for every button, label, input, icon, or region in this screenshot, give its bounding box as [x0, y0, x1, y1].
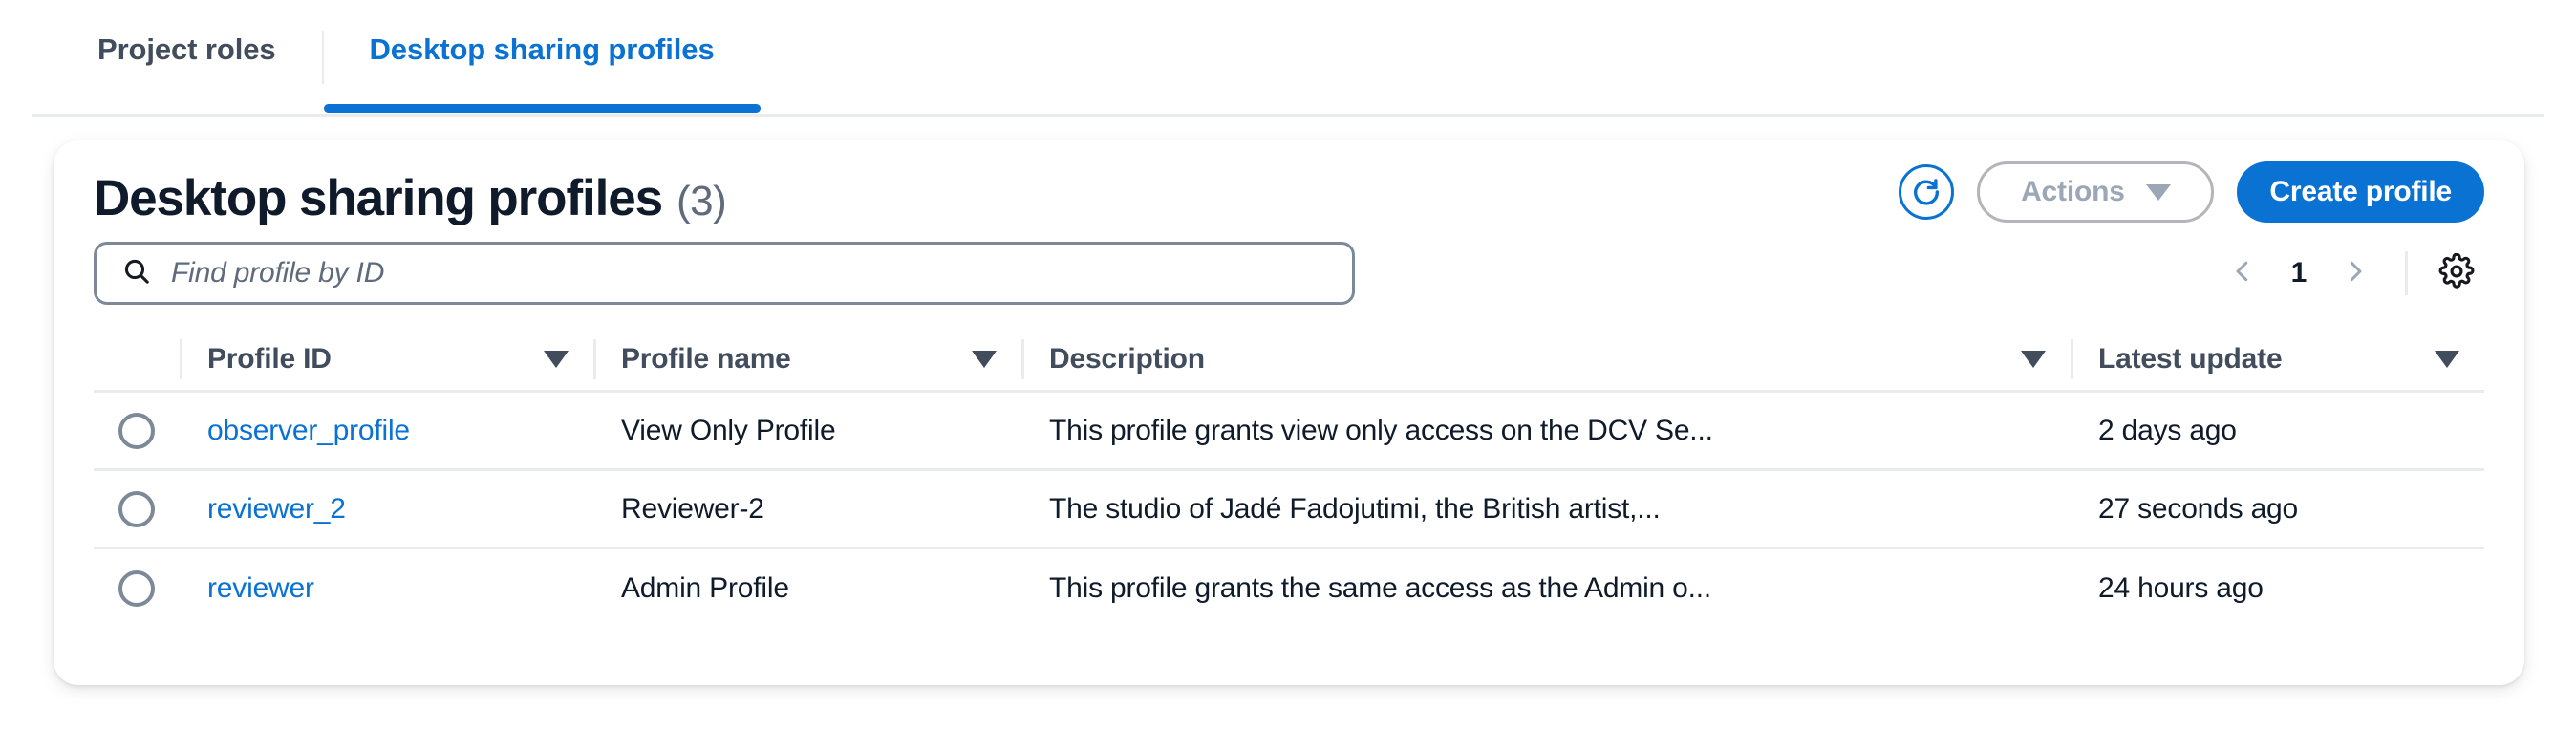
column-label: Latest update — [2098, 342, 2283, 375]
table-header-profile-name[interactable]: Profile name — [596, 328, 1021, 390]
tab-desktop-sharing-profiles[interactable]: Desktop sharing profiles — [323, 0, 761, 113]
actions-button[interactable]: Actions — [1977, 161, 2215, 223]
row-select-cell — [94, 490, 180, 527]
tab-bar-rule — [32, 114, 2544, 117]
table-preferences-button[interactable] — [2429, 246, 2484, 301]
create-profile-label: Create profile — [2269, 176, 2452, 207]
cell-latest-update: 27 seconds ago — [2098, 492, 2299, 525]
create-profile-button[interactable]: Create profile — [2237, 161, 2484, 223]
chevron-down-icon — [2145, 183, 2171, 201]
search-input[interactable]: Find profile by ID — [94, 242, 1355, 305]
row-select-cell — [94, 570, 180, 607]
pagination: 1 — [2214, 244, 2484, 303]
tab-project-roles[interactable]: Project roles — [57, 0, 322, 99]
cell-description: This profile grants view only access on … — [1049, 414, 1713, 446]
pagination-next-button[interactable] — [2327, 245, 2384, 302]
search-icon — [121, 256, 152, 291]
column-label: Profile name — [621, 342, 791, 375]
page-title-count: (3) — [676, 178, 727, 225]
row-select-cell — [94, 412, 180, 449]
cell-latest-update: 24 hours ago — [2098, 572, 2264, 604]
search-placeholder: Find profile by ID — [171, 257, 385, 289]
pagination-prev-button[interactable] — [2214, 245, 2271, 302]
pagination-page-1[interactable]: 1 — [2271, 257, 2327, 290]
cell-profile-name: Admin Profile — [621, 572, 789, 604]
tab-label: Desktop sharing profiles — [369, 32, 715, 66]
table-header-latest-update[interactable]: Latest update — [2073, 328, 2484, 390]
cell-profile-id[interactable]: reviewer — [182, 572, 593, 605]
column-label: Profile ID — [207, 342, 332, 375]
tab-list: Project roles Desktop sharing profiles — [57, 0, 761, 115]
refresh-button[interactable] — [1899, 164, 1955, 220]
table-row[interactable]: observer_profile View Only Profile This … — [94, 393, 2484, 471]
page-root: Project roles Desktop sharing profiles D… — [0, 0, 2576, 730]
refresh-icon — [1910, 176, 1943, 208]
chevron-left-icon — [2228, 257, 2257, 290]
row-radio-button[interactable] — [118, 490, 155, 527]
tab-label: Project roles — [97, 32, 276, 66]
cell-profile-name: Reviewer-2 — [621, 492, 764, 525]
cell-latest-update: 2 days ago — [2098, 414, 2237, 446]
profiles-table: Profile ID Profile name Description Late… — [94, 328, 2484, 628]
cell-profile-name: View Only Profile — [621, 414, 836, 446]
sort-icon[interactable] — [972, 350, 997, 368]
sort-icon[interactable] — [2435, 350, 2459, 368]
sort-icon[interactable] — [544, 350, 569, 368]
page-title: Desktop sharing profiles (3) — [94, 169, 727, 227]
sort-icon[interactable] — [2021, 350, 2046, 368]
page-title-text: Desktop sharing profiles — [94, 170, 663, 226]
column-label: Description — [1049, 342, 1205, 375]
card-header: Desktop sharing profiles (3) Actions Cre… — [54, 140, 2524, 246]
tab-active-underline — [323, 104, 761, 113]
cell-description: The studio of Jadé Fadojutimi, the Briti… — [1049, 492, 1661, 525]
table-header-description[interactable]: Description — [1024, 328, 2071, 390]
table-row[interactable]: reviewer Admin Profile This profile gran… — [94, 549, 2484, 628]
profiles-card: Desktop sharing profiles (3) Actions Cre… — [54, 140, 2524, 685]
cell-description: This profile grants the same access as t… — [1049, 572, 1712, 604]
chevron-right-icon — [2341, 257, 2370, 290]
cell-profile-id[interactable]: reviewer_2 — [182, 493, 593, 526]
table-row[interactable]: reviewer_2 Reviewer-2 The studio of Jadé… — [94, 471, 2484, 549]
table-header-profile-id[interactable]: Profile ID — [182, 328, 593, 390]
filter-row: Find profile by ID 1 — [54, 242, 2524, 314]
tab-bar: Project roles Desktop sharing profiles — [0, 0, 2576, 117]
table-header-row: Profile ID Profile name Description Late… — [94, 328, 2484, 393]
row-radio-button[interactable] — [118, 570, 155, 607]
cell-profile-id[interactable]: observer_profile — [182, 415, 593, 447]
gear-icon — [2438, 252, 2475, 294]
row-radio-button[interactable] — [118, 412, 155, 449]
header-actions: Actions Create profile — [1899, 161, 2484, 223]
actions-button-label: Actions — [2021, 176, 2125, 207]
pagination-divider — [2405, 251, 2408, 295]
